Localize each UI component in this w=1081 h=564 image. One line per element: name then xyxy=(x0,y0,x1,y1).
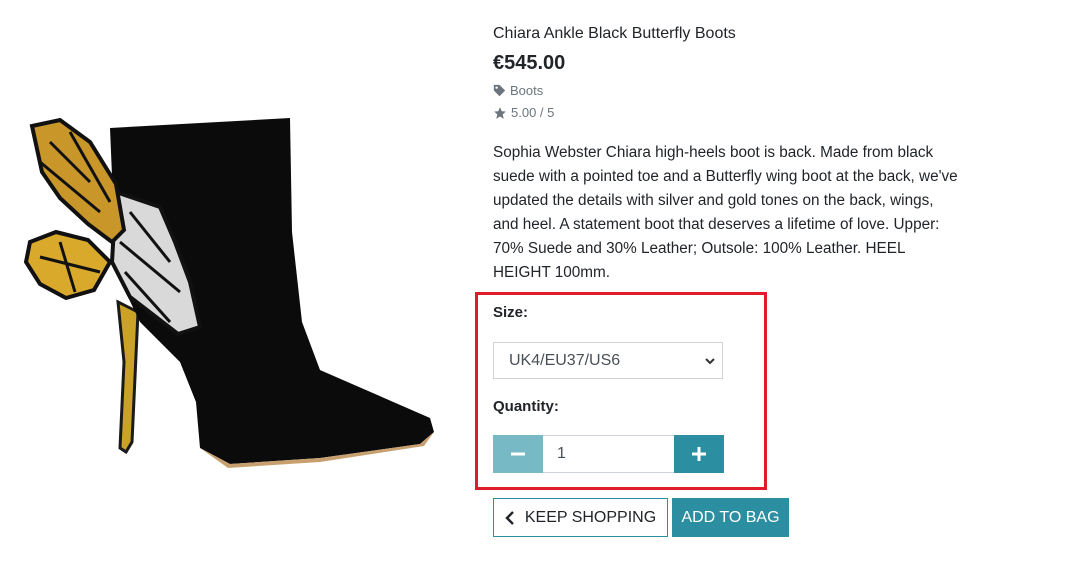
quantity-increase-button[interactable] xyxy=(674,435,724,473)
category-label: Boots xyxy=(510,83,544,98)
product-title: Chiara Ankle Black Butterfly Boots xyxy=(493,25,736,42)
add-to-bag-button[interactable]: ADD TO BAG xyxy=(672,498,789,537)
minus-icon xyxy=(511,452,525,456)
product-category[interactable]: Boots xyxy=(493,83,543,98)
add-to-bag-label: ADD TO BAG xyxy=(681,508,780,526)
chevron-left-icon xyxy=(505,510,514,525)
product-price: €545.00 xyxy=(493,52,566,74)
star-icon xyxy=(494,106,506,119)
tag-icon xyxy=(493,84,506,97)
quantity-decrease-button[interactable] xyxy=(493,435,543,473)
product-rating: 5.00 / 5 xyxy=(493,105,554,120)
size-label: Size: xyxy=(493,304,529,321)
keep-shopping-button[interactable]: KEEP SHOPPING xyxy=(493,498,668,537)
size-select[interactable]: UK4/EU37/US6 xyxy=(493,342,723,379)
quantity-stepper: 1 xyxy=(493,435,724,473)
plus-icon xyxy=(692,447,706,461)
size-select-value: UK4/EU37/US6 xyxy=(509,351,621,369)
keep-shopping-label: KEEP SHOPPING xyxy=(524,508,657,526)
quantity-label: Quantity: xyxy=(493,398,559,415)
chevron-down-icon xyxy=(705,358,715,365)
product-description: Sophia Webster Chiara high-heels boot is… xyxy=(493,144,958,281)
rating-value: 5.00 / 5 xyxy=(511,105,555,120)
product-image xyxy=(23,117,434,468)
quantity-input[interactable]: 1 xyxy=(543,435,674,473)
